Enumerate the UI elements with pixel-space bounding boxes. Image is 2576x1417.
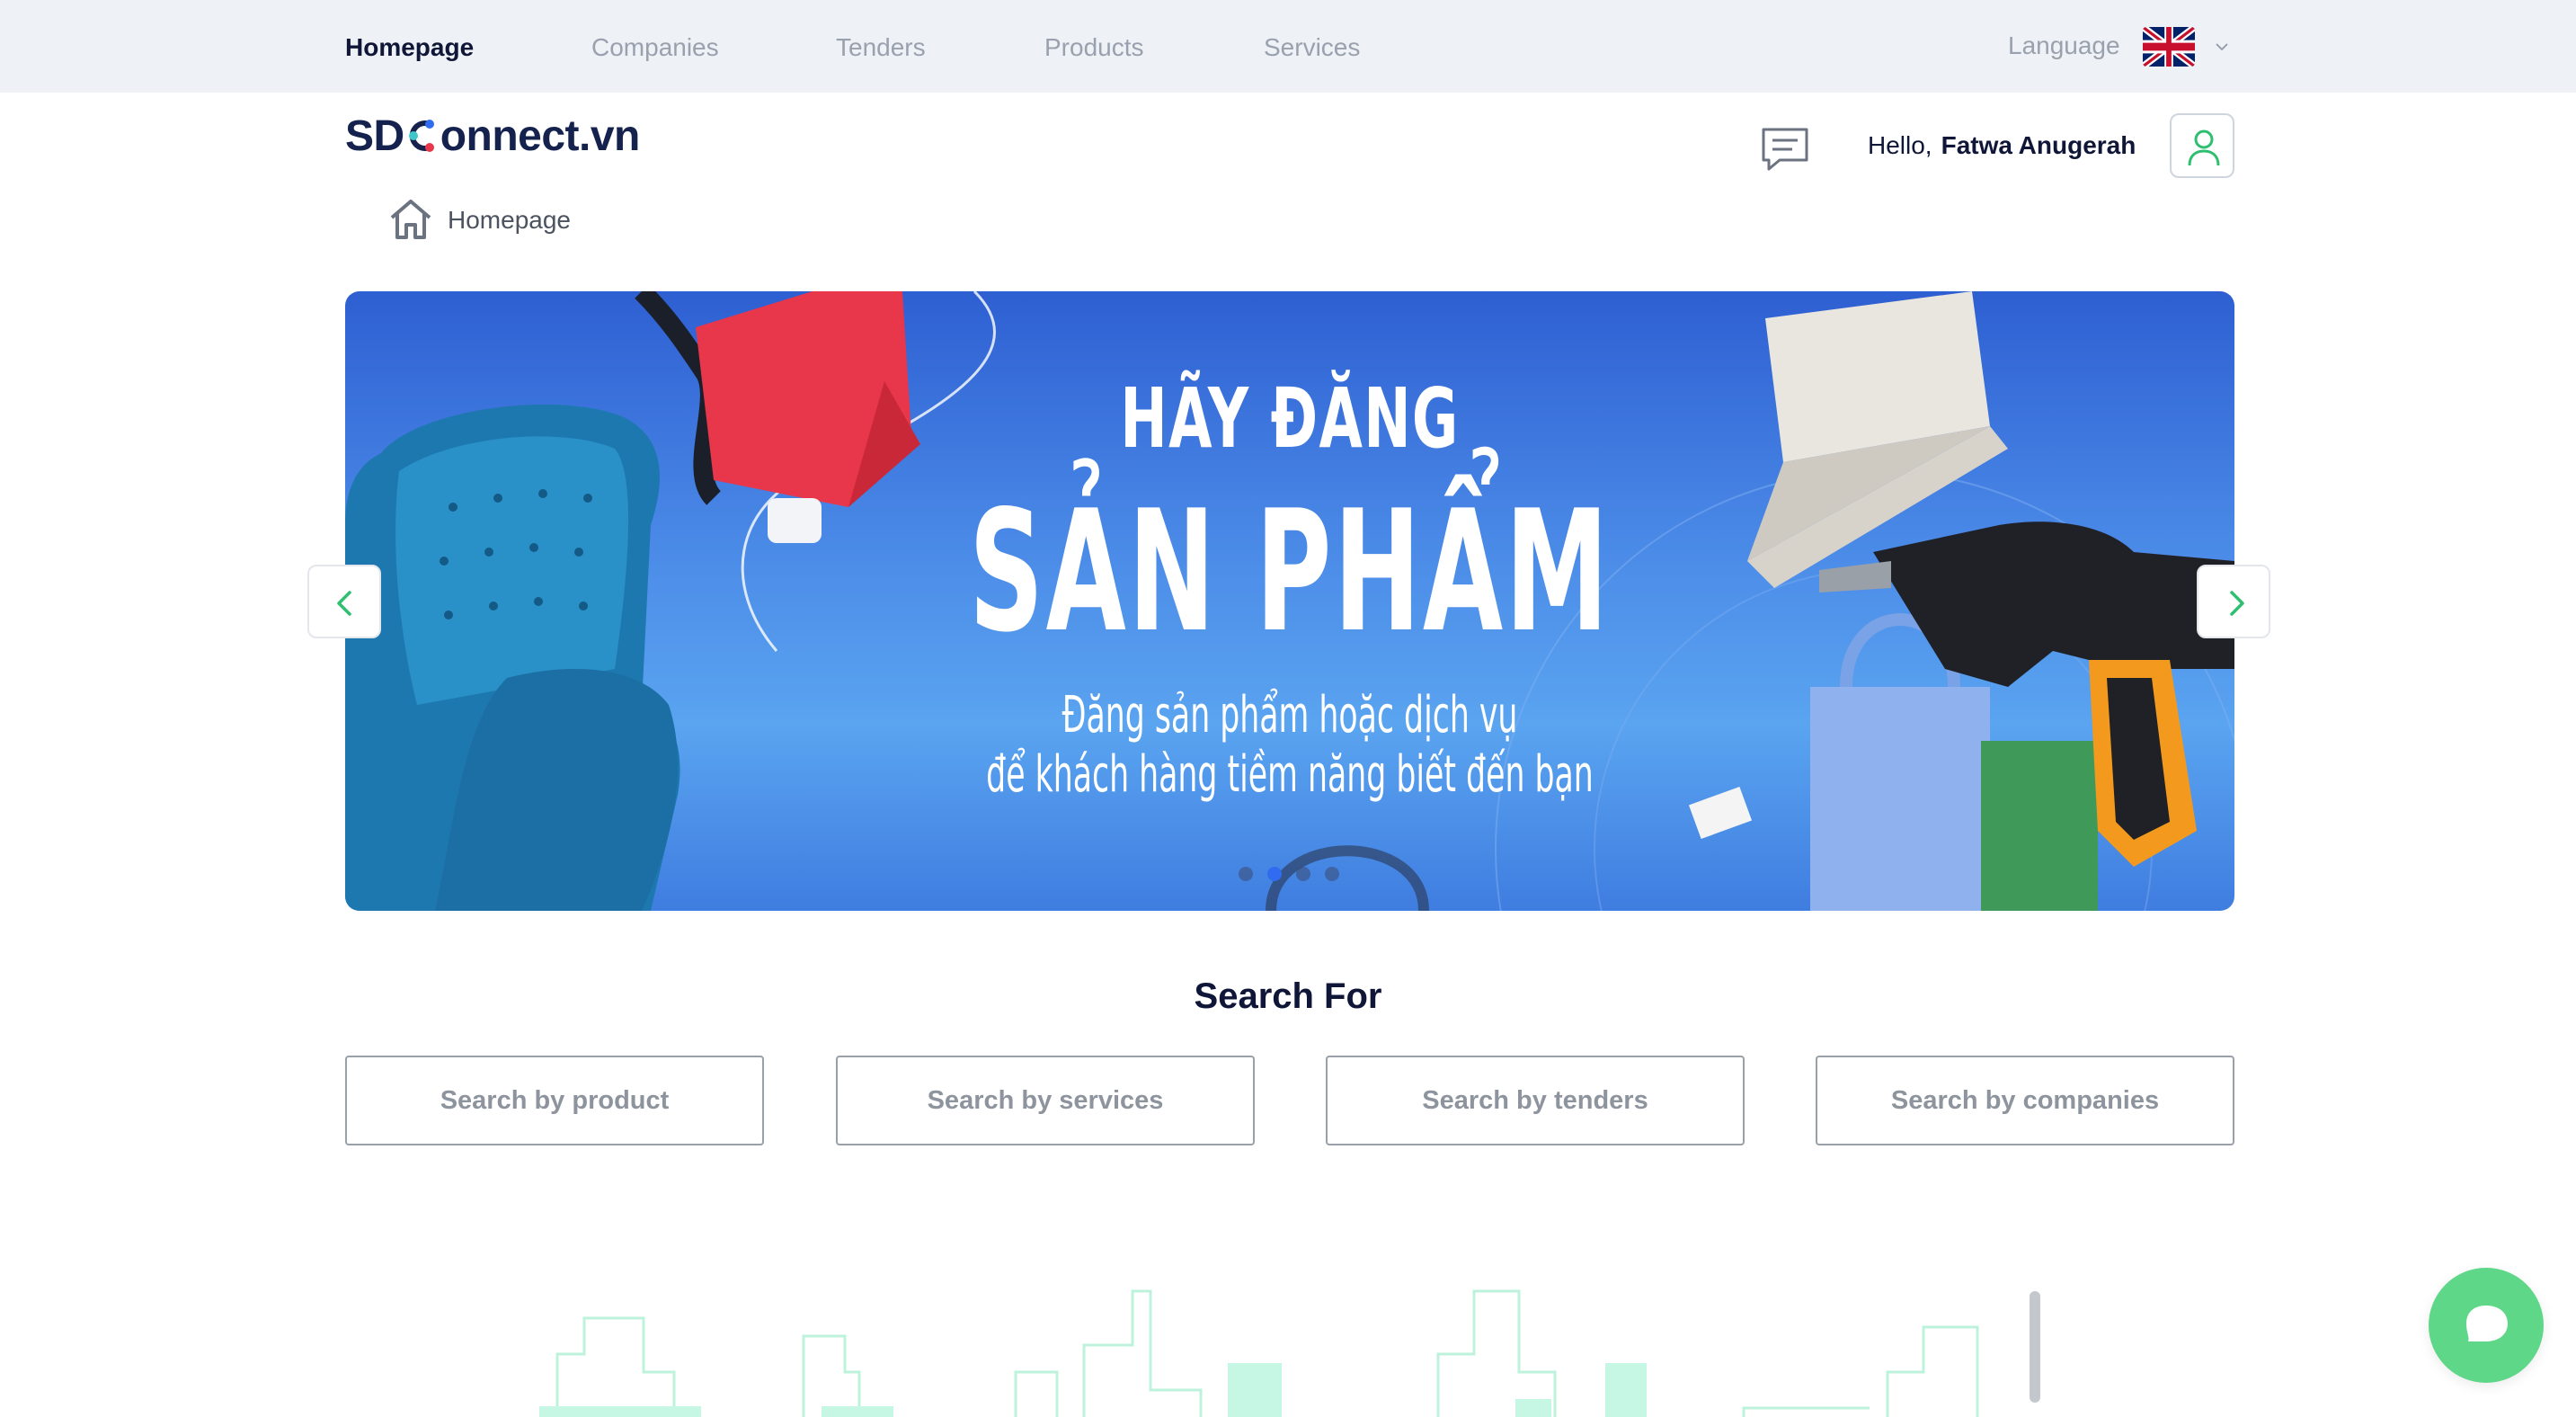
user-profile-button[interactable] bbox=[2170, 113, 2234, 178]
language-label[interactable]: Language bbox=[2008, 31, 2120, 61]
carousel-dot-3[interactable] bbox=[1296, 867, 1310, 881]
carousel-dot-2[interactable] bbox=[1267, 867, 1282, 881]
logo-suffix: onnect.vn bbox=[440, 112, 641, 160]
chevron-right-icon bbox=[2230, 591, 2244, 616]
carousel-dot-1[interactable] bbox=[1239, 867, 1253, 881]
nav-item-services[interactable]: Services bbox=[1264, 32, 1360, 63]
carousel-prev-button[interactable] bbox=[307, 565, 381, 638]
search-by-companies-button[interactable]: Search by companies bbox=[1816, 1056, 2234, 1145]
promo-banner-carousel: HÃY ĐĂNG SẢN PHẨM Đăng sản phẩm hoặc dịc… bbox=[345, 291, 2234, 911]
chevron-left-icon bbox=[337, 591, 351, 616]
user-greeting: Hello, Fatwa Anugerah bbox=[1868, 129, 2136, 162]
search-by-services-button[interactable]: Search by services bbox=[836, 1056, 1255, 1145]
chat-bubble-icon bbox=[2466, 1306, 2508, 1341]
nav-item-tenders[interactable]: Tenders bbox=[836, 32, 926, 63]
banner-subtitle-line2: để khách hàng tiềm năng biết đến bạn bbox=[986, 745, 1594, 804]
nav-item-homepage[interactable]: Homepage bbox=[345, 32, 474, 63]
banner-title-line2: SẢN PHẨM bbox=[969, 474, 1611, 669]
nav-item-products[interactable]: Products bbox=[1044, 32, 1144, 63]
search-by-product-button[interactable]: Search by product bbox=[345, 1056, 764, 1145]
carousel-indicators bbox=[1239, 867, 1364, 885]
search-section-title: Search For bbox=[1194, 976, 1382, 1016]
banner-subtitle-line1: Đăng sản phẩm hoặc dịch vụ bbox=[1061, 686, 1518, 744]
carousel-dot-4[interactable] bbox=[1325, 867, 1339, 881]
nav-item-companies[interactable]: Companies bbox=[591, 32, 719, 63]
breadcrumb-homepage[interactable]: Homepage bbox=[448, 205, 571, 236]
search-by-tenders-button[interactable]: Search by tenders bbox=[1326, 1056, 1745, 1145]
top-navigation: Homepage Companies Tenders Products Serv… bbox=[0, 0, 2576, 93]
messages-icon[interactable] bbox=[1760, 126, 1810, 173]
live-chat-button[interactable] bbox=[2429, 1268, 2544, 1383]
site-logo[interactable]: SD onnect.vn bbox=[345, 110, 640, 164]
city-skyline-illustration bbox=[539, 1289, 1979, 1417]
greeting-text: Hello, bbox=[1868, 131, 1932, 159]
user-icon bbox=[2188, 129, 2220, 166]
logo-prefix: SD bbox=[345, 112, 404, 160]
carousel-next-button[interactable] bbox=[2197, 565, 2270, 638]
uk-flag-icon[interactable] bbox=[2143, 27, 2195, 67]
banner-title-line1: HÃY ĐĂNG bbox=[1120, 370, 1460, 467]
user-name: Fatwa Anugerah bbox=[1941, 131, 2136, 159]
logo-connect-mark-icon bbox=[404, 115, 440, 155]
chevron-down-icon[interactable] bbox=[2211, 36, 2233, 58]
scrollbar-thumb[interactable] bbox=[2030, 1291, 2040, 1403]
home-icon[interactable] bbox=[388, 198, 433, 241]
